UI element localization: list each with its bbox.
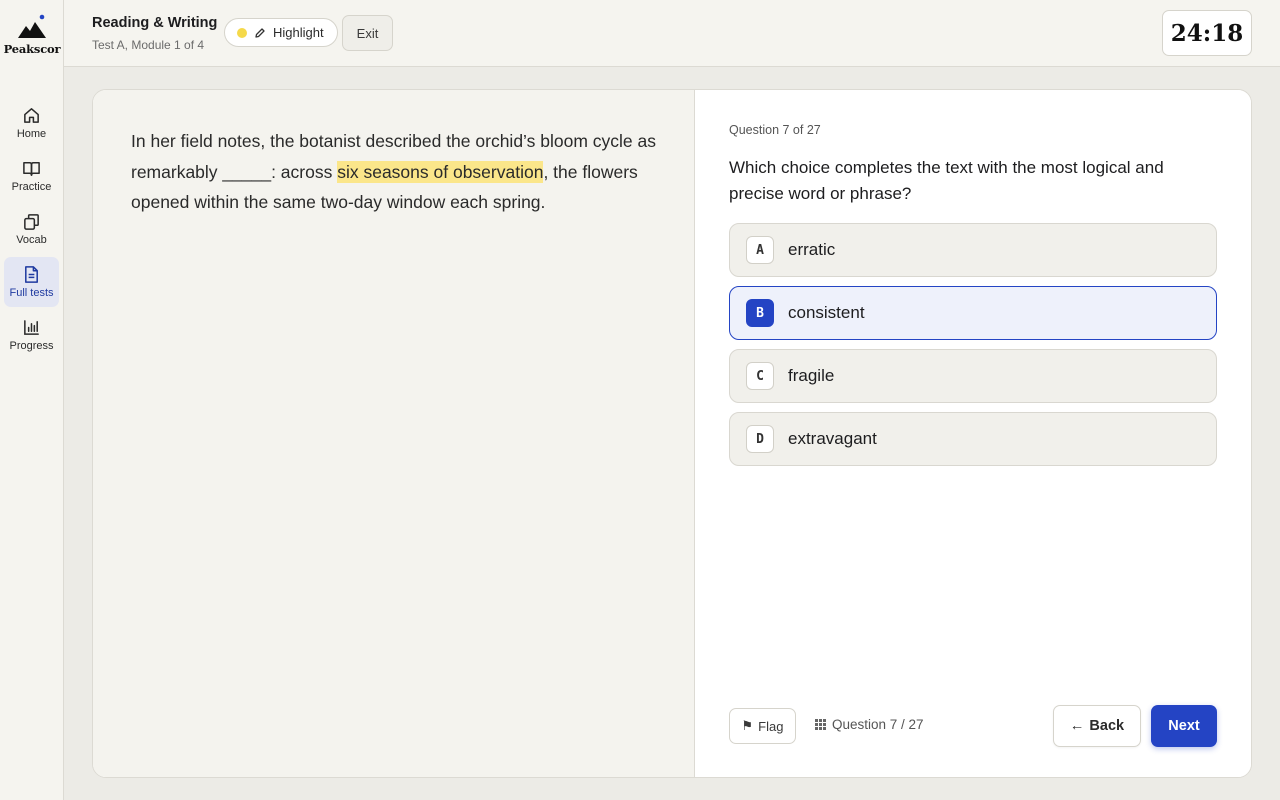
document-icon [25, 266, 38, 283]
choice-text: consistent [788, 303, 865, 322]
sidebar-item-label: Progress [9, 340, 54, 352]
home-icon [24, 108, 39, 123]
back-button[interactable]: ← Back [1053, 705, 1141, 747]
top-bar: Reading & Writing Test A, Module 1 of 4 … [64, 0, 1280, 67]
brand-name: Peakscor [3, 42, 61, 56]
cards-icon [24, 214, 39, 230]
sidebar-item-vocab[interactable]: Vocab [4, 204, 59, 254]
sidebar-nav: Home Practice Vocab Full tests Progress [4, 98, 59, 363]
question-pane: Question 7 of 27 Which choice completes … [695, 90, 1251, 777]
choice-letter: B [746, 299, 774, 327]
answer-choice-d[interactable]: D extravagant [729, 412, 1217, 466]
flag-button[interactable]: ⚑ Flag [729, 708, 796, 744]
sidebar-item-label: Full tests [9, 287, 54, 299]
choice-letter: C [746, 362, 774, 390]
brand-logo[interactable]: Peakscor [0, 14, 64, 56]
sidebar: Peakscor Home Practice Vocab Full tests … [0, 0, 64, 800]
question-card: In her field notes, the botanist describ… [92, 89, 1252, 778]
choice-letter: D [746, 425, 774, 453]
pencil-icon [255, 27, 265, 38]
sidebar-item-progress[interactable]: Progress [4, 310, 59, 360]
question-nav-label: Question 7 / 27 [832, 717, 924, 732]
mountain-logo-icon [18, 14, 46, 38]
flag-icon: ⚑ [741, 718, 754, 733]
module-subtitle: Test A, Module 1 of 4 [92, 38, 205, 52]
sidebar-item-label: Home [16, 128, 47, 140]
next-button[interactable]: Next [1151, 705, 1217, 747]
sidebar-item-home[interactable]: Home [4, 98, 59, 148]
question-stem: Which choice completes the text with the… [729, 158, 1164, 203]
highlighted-text[interactable]: six seasons of observation [337, 160, 544, 183]
passage-pane: In her field notes, the botanist describ… [93, 90, 695, 777]
sidebar-item-label: Vocab [16, 234, 47, 246]
choice-text: fragile [788, 366, 835, 385]
back-label: Back [1089, 718, 1125, 734]
question-number: Question 7 of 27 [729, 123, 821, 137]
arrow-left-icon: ← [1069, 718, 1085, 734]
grid-icon [815, 719, 826, 730]
flag-label: Flag [758, 718, 784, 734]
passage-text[interactable]: In her field notes, the botanist describ… [131, 126, 671, 218]
countdown-timer: 24:18 [1162, 10, 1252, 56]
highlight-label: Highlight [273, 25, 324, 40]
answer-choice-a[interactable]: A erratic [729, 223, 1217, 277]
question-navigator[interactable]: Question 7 / 27 [815, 717, 924, 732]
exit-button[interactable]: Exit [342, 15, 393, 51]
highlight-button[interactable]: Highlight [224, 18, 338, 47]
sidebar-item-label: Practice [11, 181, 52, 193]
bar-chart-icon [24, 320, 39, 335]
choice-text: extravagant [788, 429, 877, 448]
section-title: Reading & Writing [92, 15, 218, 31]
choice-letter: A [746, 236, 774, 264]
sidebar-item-practice[interactable]: Practice [4, 151, 59, 201]
book-icon [23, 162, 40, 176]
choice-text: erratic [788, 240, 836, 259]
answer-choice-c[interactable]: C fragile [729, 349, 1217, 403]
highlight-color-dot [237, 27, 247, 38]
sidebar-item-full-tests[interactable]: Full tests [4, 257, 59, 307]
answer-choice-b[interactable]: B consistent [729, 286, 1217, 340]
